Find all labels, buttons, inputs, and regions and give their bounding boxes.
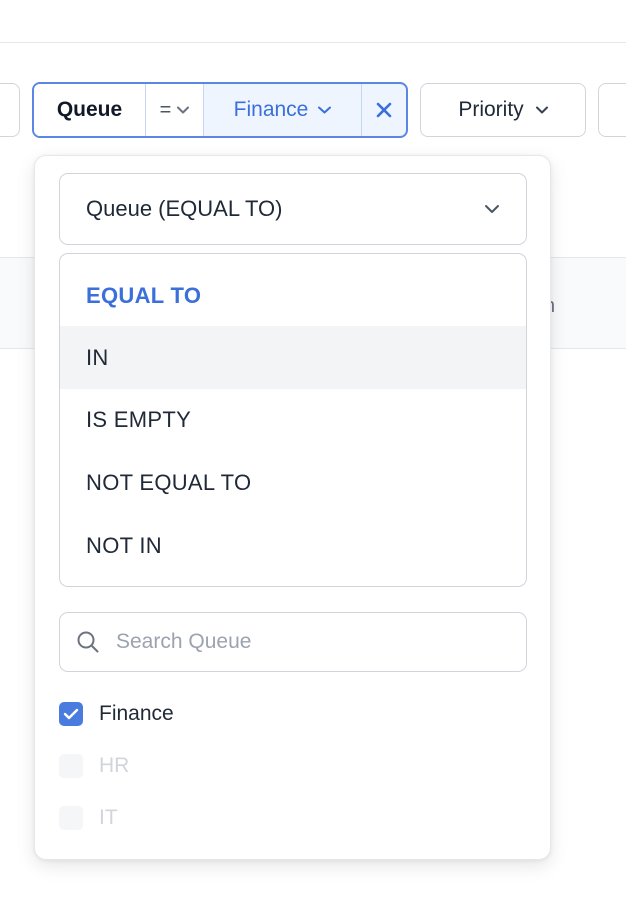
chevron-down-icon bbox=[318, 106, 332, 114]
operator-option-not-equal-to[interactable]: NOT EQUAL TO bbox=[60, 451, 526, 514]
priority-filter-chip[interactable]: Priority bbox=[420, 83, 586, 137]
option-checkbox-disabled bbox=[59, 806, 83, 830]
operator-option-label: IS EMPTY bbox=[86, 406, 192, 432]
queue-filter-field[interactable]: Queue bbox=[34, 84, 146, 136]
filter-dropdown: Queue (EQUAL TO) EQUAL TO IN IS EMPTY NO… bbox=[34, 155, 551, 860]
option-checkbox-checked[interactable] bbox=[59, 702, 83, 726]
queue-filter-value[interactable]: Finance bbox=[204, 84, 362, 136]
option-label: IT bbox=[99, 806, 118, 829]
search-queue-input[interactable] bbox=[116, 630, 496, 654]
operator-option-label: IN bbox=[86, 344, 109, 370]
operator-select-value: Queue (EQUAL TO) bbox=[86, 196, 283, 221]
search-queue-field[interactable] bbox=[59, 612, 527, 672]
operator-option-label: EQUAL TO bbox=[86, 282, 202, 308]
queue-option-it: IT bbox=[59, 803, 118, 833]
chevron-down-icon bbox=[485, 205, 499, 213]
operator-option-not-in[interactable]: NOT IN bbox=[60, 514, 526, 577]
chevron-down-icon bbox=[177, 106, 190, 114]
operator-option-equal-to[interactable]: EQUAL TO bbox=[60, 264, 526, 327]
next-filter-chip[interactable] bbox=[598, 83, 626, 137]
queue-option-finance[interactable]: Finance bbox=[59, 699, 174, 729]
remove-filter-button[interactable] bbox=[362, 84, 406, 136]
option-label: Finance bbox=[99, 702, 174, 725]
operator-option-label: NOT IN bbox=[86, 532, 162, 558]
operator-option-is-empty[interactable]: IS EMPTY bbox=[60, 388, 526, 451]
priority-filter-label: Priority bbox=[458, 98, 524, 121]
operator-option-in[interactable]: IN bbox=[60, 326, 526, 389]
chevron-down-icon bbox=[535, 106, 548, 114]
checkmark-icon bbox=[63, 708, 79, 720]
queue-filter-value-label: Finance bbox=[233, 98, 309, 121]
option-checkbox-disabled bbox=[59, 754, 83, 778]
operator-list: EQUAL TO IN IS EMPTY NOT EQUAL TO NOT IN bbox=[59, 253, 527, 587]
previous-filter-chip[interactable] bbox=[0, 83, 20, 137]
operator-option-label: NOT EQUAL TO bbox=[86, 469, 252, 495]
queue-filter-field-label: Queue bbox=[56, 98, 123, 121]
queue-filter-operator-label: = bbox=[159, 98, 172, 121]
top-divider bbox=[0, 42, 626, 43]
queue-option-hr: HR bbox=[59, 751, 129, 781]
search-icon bbox=[77, 631, 99, 653]
queue-filter-operator[interactable]: = bbox=[146, 84, 204, 136]
close-icon bbox=[376, 102, 392, 118]
option-label: HR bbox=[99, 754, 130, 777]
operator-select[interactable]: Queue (EQUAL TO) bbox=[59, 173, 527, 245]
queue-filter-chip[interactable]: Queue = Finance bbox=[32, 82, 408, 138]
